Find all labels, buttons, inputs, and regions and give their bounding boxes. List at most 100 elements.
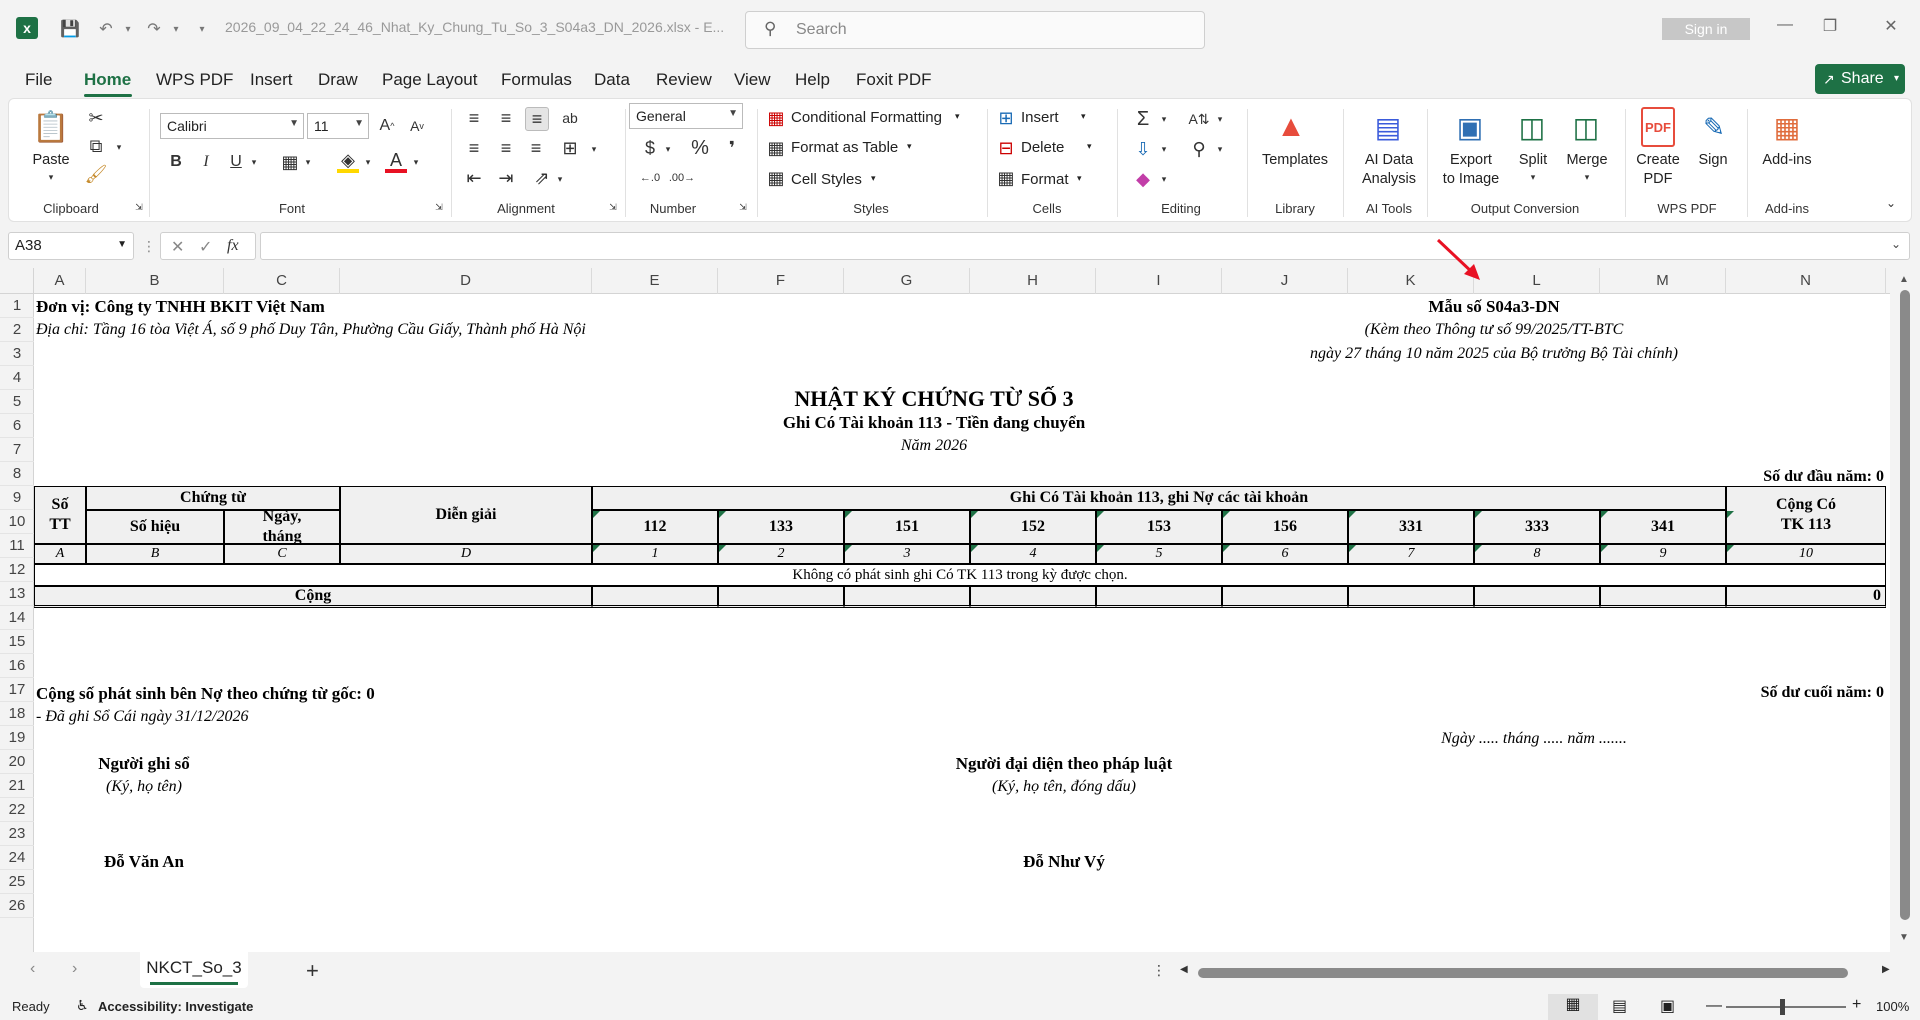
add-ins-icon[interactable]: ▦ — [1769, 107, 1805, 147]
export-image-line1[interactable]: Export — [1450, 151, 1492, 170]
decrease-indent-icon[interactable]: ⇤ — [463, 167, 485, 189]
split-icon[interactable]: ◫ — [1515, 107, 1549, 147]
error-indicator-icon[interactable] — [593, 545, 600, 552]
paste-label[interactable]: Paste — [32, 151, 69, 170]
formula-input[interactable]: ⌄ — [260, 232, 1910, 260]
sign-icon[interactable]: ✎ — [1697, 107, 1731, 147]
fill-color-dropdown-icon[interactable]: ▾ — [363, 156, 373, 168]
ai-data-analysis-icon[interactable]: ▤ — [1371, 107, 1405, 147]
sort-filter-dropdown-icon[interactable]: ▾ — [1215, 113, 1225, 125]
create-pdf-icon[interactable]: PDF — [1641, 107, 1675, 147]
column-header[interactable]: F — [718, 268, 844, 294]
error-indicator-icon[interactable] — [1475, 511, 1482, 518]
error-indicator-icon[interactable] — [1349, 511, 1356, 518]
ai-data-analysis-line1[interactable]: AI Data — [1365, 151, 1413, 170]
sign-button[interactable]: Sign — [1698, 151, 1727, 170]
templates-icon[interactable]: ▲ — [1271, 107, 1311, 147]
column-header[interactable]: B — [86, 268, 224, 294]
row-header[interactable]: 26 — [0, 894, 34, 918]
error-indicator-icon[interactable] — [1601, 545, 1608, 552]
font-color-icon[interactable]: A — [385, 150, 407, 173]
zoom-slider-thumb[interactable] — [1780, 999, 1785, 1015]
find-select-dropdown-icon[interactable]: ▾ — [1215, 143, 1225, 155]
zoom-slider[interactable] — [1726, 999, 1846, 1015]
undo-icon[interactable]: ↶ — [94, 17, 118, 41]
tab-insert[interactable]: Insert — [250, 70, 293, 90]
autosum-icon[interactable]: Σ — [1131, 107, 1155, 131]
vertical-scroll-thumb[interactable] — [1900, 290, 1910, 920]
close-icon[interactable]: ✕ — [1876, 16, 1906, 42]
format-as-table-button[interactable]: Format as Table — [791, 139, 898, 156]
share-button[interactable]: ↗ Share ▾ — [1815, 64, 1905, 94]
error-indicator-icon[interactable] — [845, 511, 852, 518]
row-header[interactable]: 14 — [0, 606, 34, 630]
orientation-icon[interactable]: ab — [559, 107, 581, 129]
add-ins-button[interactable]: Add-ins — [1762, 151, 1811, 170]
error-indicator-icon[interactable] — [971, 511, 978, 518]
underline-button[interactable]: U — [225, 151, 247, 173]
select-all-corner[interactable] — [0, 268, 34, 294]
column-header[interactable]: E — [592, 268, 718, 294]
paste-icon[interactable]: 📋 — [32, 107, 69, 147]
zoom-out-icon[interactable]: — — [1706, 997, 1722, 1015]
percent-icon[interactable]: % — [689, 137, 711, 159]
error-indicator-icon[interactable] — [1727, 545, 1734, 552]
column-header[interactable]: L — [1474, 268, 1600, 294]
tab-data[interactable]: Data — [594, 70, 630, 90]
row-header[interactable]: 21 — [0, 774, 34, 798]
copy-dropdown-icon[interactable]: ▾ — [113, 141, 125, 153]
redo-icon[interactable]: ↷ — [142, 17, 166, 41]
enter-icon[interactable]: ✓ — [199, 237, 212, 257]
tab-foxit-pdf[interactable]: Foxit PDF — [856, 70, 932, 90]
cell-styles-icon[interactable]: ▦ — [765, 167, 787, 189]
scroll-right-icon[interactable]: ▶ — [1882, 964, 1890, 975]
increase-font-icon[interactable]: A ^ — [375, 115, 399, 137]
align-top-icon[interactable]: ≡ — [463, 107, 485, 129]
format-painter-icon[interactable]: 🖌 — [85, 163, 108, 185]
redo-dropdown-icon[interactable]: ▾ — [164, 17, 188, 41]
cell-grid[interactable]: Đơn vị: Công ty TNHH BKIT Việt Nam Địa c… — [34, 294, 1890, 952]
page-layout-view-icon[interactable]: ▤ — [1612, 996, 1627, 1016]
column-header[interactable]: C — [224, 268, 340, 294]
column-header[interactable]: N — [1726, 268, 1886, 294]
error-indicator-icon[interactable] — [1223, 545, 1230, 552]
bold-button[interactable]: B — [165, 151, 187, 173]
row-header[interactable]: 24 — [0, 846, 34, 870]
error-indicator-icon[interactable] — [1727, 511, 1734, 518]
copy-icon[interactable]: ⧉ — [85, 135, 107, 157]
row-header[interactable]: 1 — [0, 294, 34, 318]
error-indicator-icon[interactable] — [1097, 511, 1104, 518]
restore-icon[interactable]: ❐ — [1815, 16, 1845, 42]
row-header[interactable]: 20 — [0, 750, 34, 774]
row-header[interactable]: 23 — [0, 822, 34, 846]
prev-sheet-icon[interactable]: ‹ — [30, 960, 35, 978]
format-cells-button[interactable]: Format — [1021, 171, 1069, 188]
collapse-ribbon-icon[interactable]: ⌄ — [1883, 195, 1899, 211]
cut-icon[interactable]: ✂ — [85, 107, 107, 129]
column-header[interactable]: A — [34, 268, 86, 294]
row-header[interactable]: 10 — [0, 510, 34, 534]
fill-icon[interactable]: ⇩ — [1131, 137, 1155, 161]
search-input[interactable]: ⚲ Search — [745, 11, 1205, 49]
row-header[interactable]: 22 — [0, 798, 34, 822]
export-image-line2[interactable]: to Image — [1443, 170, 1499, 189]
decrease-decimal-icon[interactable]: .00→ — [669, 167, 695, 189]
scroll-left-icon[interactable]: ◀ — [1180, 964, 1188, 975]
borders-dropdown-icon[interactable]: ▾ — [303, 156, 313, 168]
text-rotate-dropdown-icon[interactable]: ▾ — [555, 173, 565, 185]
row-header[interactable]: 9 — [0, 486, 34, 510]
normal-view-icon[interactable]: ▦ — [1548, 994, 1598, 1020]
export-image-icon[interactable]: ▣ — [1453, 107, 1487, 147]
decrease-font-icon[interactable]: Av — [405, 115, 429, 137]
create-pdf-line1[interactable]: Create — [1636, 151, 1680, 170]
vertical-scrollbar[interactable]: ▲ ▼ — [1890, 268, 1920, 952]
currency-icon[interactable]: $ — [639, 137, 661, 159]
increase-indent-icon[interactable]: ⇥ — [495, 167, 517, 189]
zoom-in-icon[interactable]: + — [1852, 996, 1861, 1014]
tab-formulas[interactable]: Formulas — [501, 70, 572, 90]
insert-cells-button[interactable]: Insert — [1021, 109, 1059, 126]
tab-view[interactable]: View — [734, 70, 771, 90]
currency-dropdown-icon[interactable]: ▾ — [663, 143, 673, 155]
error-indicator-icon[interactable] — [1475, 545, 1482, 552]
error-indicator-icon[interactable] — [593, 511, 600, 518]
